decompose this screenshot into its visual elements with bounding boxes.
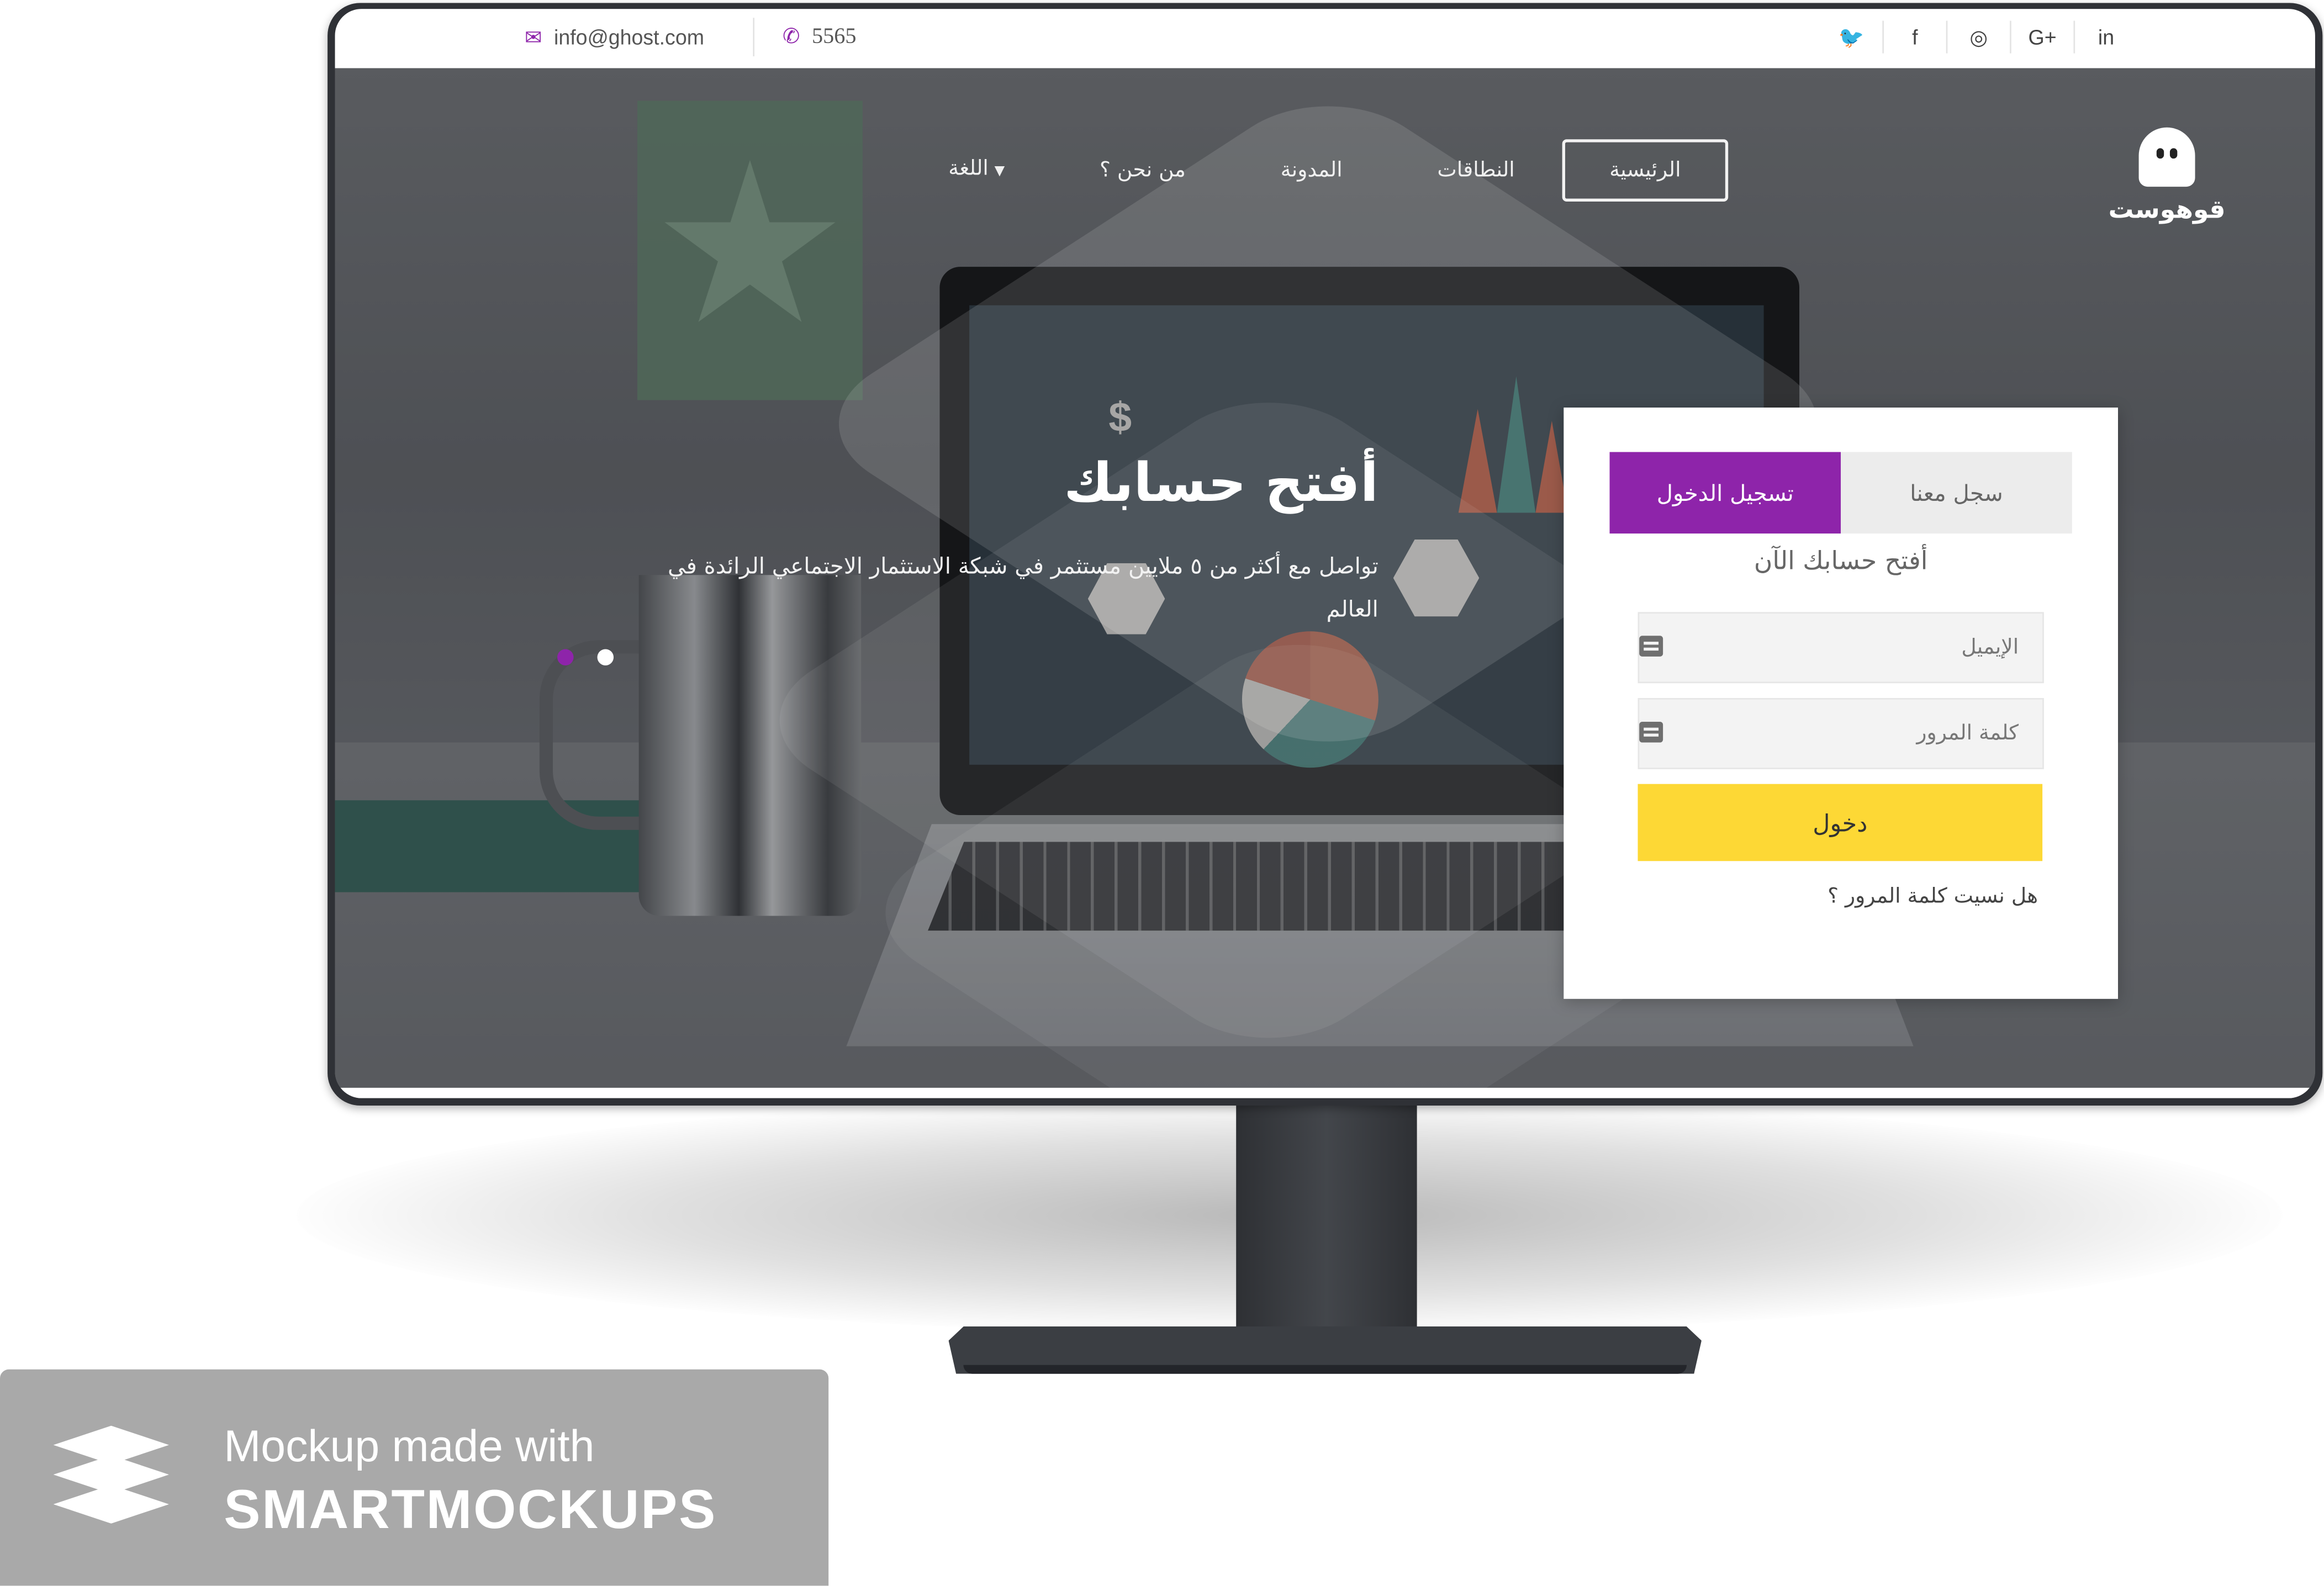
slider-dot-active[interactable] [557, 649, 574, 665]
instagram-icon[interactable]: ◎ [1946, 20, 2010, 54]
phone-text: 5565 [811, 25, 857, 49]
id-card-icon [1639, 636, 1663, 657]
tab-login[interactable]: تسجيل الدخول [1609, 452, 1841, 534]
login-card: تسجيل الدخول سجل معنا أفتح حسابك الآن دخ… [1564, 408, 2119, 999]
monitor-stand-neck [1236, 1099, 1417, 1349]
divider [753, 18, 755, 56]
phone-icon: ✆ [782, 25, 800, 49]
linkedin-icon[interactable]: in [2073, 20, 2137, 54]
layers-icon [53, 1425, 172, 1545]
ghost-logo-icon [2138, 127, 2195, 187]
nav-language[interactable]: اللغة ▼ [901, 141, 1052, 200]
login-title: أفتح حسابك الآن [1753, 547, 1928, 577]
top-contact-bar: ✉ info@ghost.com ✆ 5565 🐦 f ◎ G+ in [335, 9, 2315, 68]
tab-signup[interactable]: سجل معنا [1841, 452, 2072, 534]
google-plus-icon[interactable]: G+ [2010, 20, 2073, 54]
password-input[interactable] [1683, 699, 2019, 768]
monitor-base-edge [963, 1365, 1687, 1374]
logo-text: قوهوست [2108, 195, 2226, 225]
forgot-password-link[interactable]: هل نسيت كلمة المرور ؟ [1827, 885, 2038, 908]
contact-email[interactable]: ✉ info@ghost.com [525, 25, 704, 49]
watermark-line1: Mockup made with [224, 1423, 595, 1472]
envelope-icon: ✉ [525, 25, 542, 49]
nav-about[interactable]: من نحن ؟ [1052, 142, 1233, 199]
monitor-screen: ✉ info@ghost.com ✆ 5565 🐦 f ◎ G+ in $ قو… [335, 9, 2315, 1098]
watermark-line2: SMARTMOCKUPS [224, 1479, 717, 1540]
email-field [1638, 612, 2044, 684]
hero-subtitle: تواصل مع أكثر من ٥ ملايين مستثمر في شبكة… [668, 553, 1378, 623]
login-button[interactable]: دخول [1638, 784, 2043, 861]
email-text: info@ghost.com [553, 25, 705, 49]
login-tabs: تسجيل الدخول سجل معنا [1609, 452, 2072, 534]
social-links: 🐦 f ◎ G+ in [1820, 20, 2137, 54]
layer-shape [53, 1425, 169, 1465]
mockup-canvas: ✉ info@ghost.com ✆ 5565 🐦 f ◎ G+ in $ قو… [0, 0, 2324, 1586]
contact-phone[interactable]: ✆ 5565 [783, 25, 856, 51]
password-field [1638, 698, 2044, 769]
smartmockups-watermark: Mockup made with SMARTMOCKUPS [0, 1369, 829, 1586]
nav-language-label: اللغة [948, 157, 989, 181]
screen-bottom-strip [335, 1087, 2315, 1098]
slider-dot[interactable] [597, 649, 614, 665]
id-card-icon [1639, 721, 1663, 743]
caret-down-icon: ▼ [994, 164, 1005, 179]
nav-blog[interactable]: المدونة [1233, 142, 1390, 199]
main-nav: الرئيسية النطاقات المدونة من نحن ؟ اللغة… [901, 139, 1729, 202]
hero-section: $ قوهوست الرئيسية النطاقات المدونة من نح… [335, 68, 2315, 1088]
site-logo[interactable]: قوهوست [2093, 127, 2241, 225]
hero-title: أفتح حسابك [1064, 453, 1378, 515]
twitter-icon[interactable]: 🐦 [1820, 21, 1883, 54]
nav-domains[interactable]: النطاقات [1390, 142, 1562, 199]
facebook-icon[interactable]: f [1882, 20, 1946, 54]
nav-home[interactable]: الرئيسية [1562, 139, 1729, 202]
email-input[interactable] [1683, 614, 2019, 682]
